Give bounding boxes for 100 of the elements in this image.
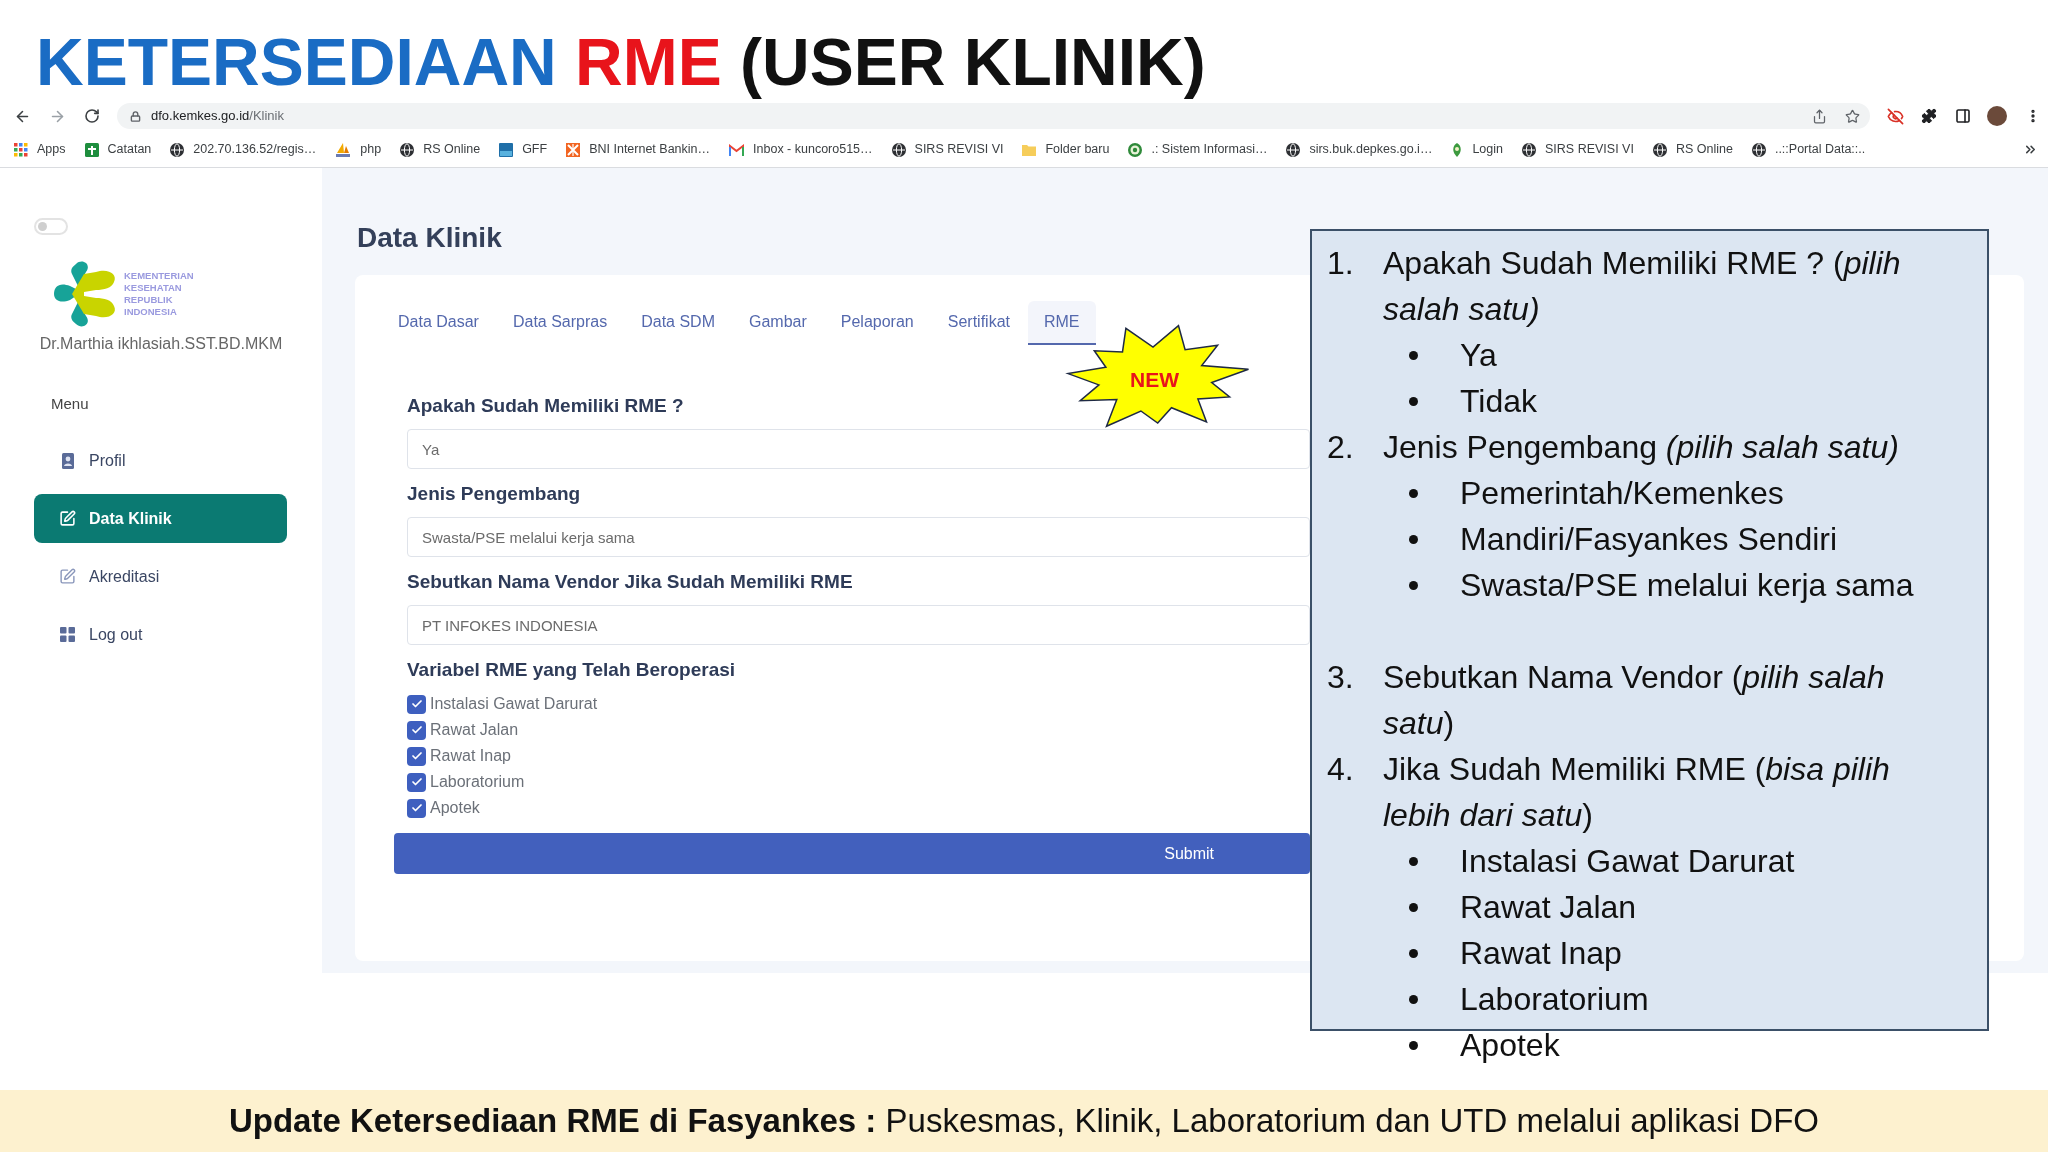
bookmark-item[interactable]: Inbox - kuncoro515… <box>729 140 873 159</box>
leaf-emblem-icon <box>1451 142 1464 157</box>
option-text: Mandiri/Fasyankes Sendiri <box>1460 520 1838 559</box>
field-label: Variabel RME yang Telah Beroperasi <box>407 658 737 682</box>
avatar-icon[interactable] <box>1987 106 2007 126</box>
globe-icon <box>400 142 415 157</box>
side-panel-icon[interactable] <box>1955 108 1971 124</box>
tab[interactable]: Data SDM <box>625 301 731 345</box>
check-icon <box>410 776 423 788</box>
new-text: NEW <box>1130 368 1179 392</box>
check-icon <box>410 802 423 814</box>
bullet-icon <box>1409 580 1418 590</box>
reload-icon[interactable] <box>84 108 100 124</box>
question-text: Jika Sudah Memiliki RME (bisa pilih lebih dari satu) <box>1383 750 1891 835</box>
checkbox[interactable] <box>407 798 426 818</box>
list-number: 1. <box>1327 244 1355 283</box>
toggle-switch[interactable] <box>34 218 68 235</box>
tab[interactable]: Sertifikat <box>931 301 1026 345</box>
globe-icon <box>1522 142 1536 157</box>
tab[interactable]: RME <box>1028 301 1096 345</box>
bookmark-item[interactable]: SIRS REVISI VI <box>891 140 1004 159</box>
check-icon <box>410 750 423 762</box>
text-field[interactable]: Ya <box>407 429 1310 469</box>
bullet-icon <box>1409 1040 1418 1050</box>
option-text: Pemerintah/Kemenkes <box>1460 474 1784 513</box>
checkbox-label: Apotek <box>430 798 480 818</box>
footer-text: Update Ketersediaan RME di Fasyankes : Puskesmas, Klinik, Laboratorium dan UTD melalui aplikasi DFO <box>228 1101 1820 1142</box>
tab[interactable]: Data Dasar <box>382 301 495 345</box>
eye-off-icon[interactable] <box>1887 107 1904 125</box>
edit-icon <box>59 568 76 585</box>
checkbox[interactable] <box>407 720 426 740</box>
bullet-icon <box>1409 902 1418 912</box>
globe-icon <box>1652 142 1667 157</box>
bookmark-item[interactable]: 202.70.136.52/regis… <box>170 140 317 159</box>
checkbox-label: Rawat Jalan <box>430 720 519 740</box>
sidebar-menu-item[interactable]: Akreditasi <box>34 552 287 601</box>
field-label: Apakah Sudah Memiliki RME ? <box>407 394 685 418</box>
bookmark-item[interactable]: Login <box>1451 140 1503 159</box>
address-bar[interactable]: dfo.kemkes.go.id/Klinik <box>117 103 1870 129</box>
id-badge-icon <box>61 452 74 469</box>
lock-icon <box>130 110 141 122</box>
bookmark-item[interactable]: Apps <box>14 140 66 159</box>
globe-icon <box>170 142 185 157</box>
check-icon <box>410 698 423 710</box>
bookmark-item[interactable]: Catatan <box>84 140 152 159</box>
field-label: Jenis Pengembang <box>407 482 582 506</box>
question-text: Jenis Pengembang (pilih salah satu) <box>1383 428 1900 467</box>
app-grid-icon <box>14 142 28 157</box>
check-icon <box>410 724 423 736</box>
bullet-icon <box>1409 994 1418 1004</box>
list-number: 2. <box>1327 428 1355 467</box>
list-number: 4. <box>1327 750 1355 789</box>
bullet-icon <box>1409 396 1418 406</box>
user-name: Dr.Marthia ikhlasiah.SST.BD.MKM <box>38 334 284 354</box>
sidebar-menu-item[interactable]: Profil <box>34 436 287 485</box>
bookmark-item[interactable]: RS Online <box>400 140 481 159</box>
option-text: Rawat Jalan <box>1460 888 1637 927</box>
bookmark-item[interactable]: ..::Portal Data::.. <box>1751 140 1866 159</box>
toggle-knob-icon <box>38 222 47 231</box>
extensions-icon[interactable] <box>1921 108 1937 124</box>
bookmark-item[interactable]: sirs.buk.depkes.go.i… <box>1286 140 1433 159</box>
list-number: 3. <box>1327 658 1355 697</box>
bookmark-item[interactable]: SIRS REVISI VI <box>1522 140 1634 159</box>
checkbox-label: Rawat Inap <box>430 746 511 766</box>
share-icon[interactable] <box>1812 108 1827 124</box>
url-text: dfo.kemkes.go.id/Klinik <box>151 107 284 126</box>
question-text: Sebutkan Nama Vendor (pilih salah satu) <box>1383 658 1886 743</box>
bookmark-item[interactable]: .: Sistem Informasi… <box>1128 140 1268 159</box>
globe-icon <box>1286 142 1301 157</box>
checkbox[interactable] <box>407 746 426 766</box>
checkbox-label: Instalasi Gawat Darurat <box>430 694 598 714</box>
text-field[interactable]: Swasta/PSE melalui kerja sama <box>407 517 1310 557</box>
edit-icon <box>59 510 76 527</box>
checkbox-label: Laboratorium <box>430 772 525 792</box>
submit-button[interactable]: Submit <box>394 833 1310 874</box>
folder-icon <box>1022 142 1037 157</box>
plus-square-icon <box>84 142 99 157</box>
option-text: Tidak <box>1460 382 1538 421</box>
bullet-icon <box>1409 948 1418 958</box>
checkbox[interactable] <box>407 694 426 714</box>
option-text: Rawat Inap <box>1460 934 1622 973</box>
bookmark-item[interactable]: php <box>335 140 382 159</box>
text-field[interactable]: PT INFOKES INDONESIA <box>407 605 1310 645</box>
tab[interactable]: Pelaporan <box>824 301 930 345</box>
bookmark-item[interactable]: BNI Internet Bankin… <box>566 140 711 159</box>
bookmark-item[interactable]: RS Online <box>1652 140 1733 159</box>
bookmark-item[interactable]: GFF <box>499 140 548 159</box>
globe-icon <box>891 142 906 157</box>
option-text: Laboratorium <box>1460 980 1649 1019</box>
emblem-icon <box>1128 142 1143 157</box>
option-text: Swasta/PSE melalui kerja sama <box>1460 566 1914 605</box>
bookmark-item[interactable]: Folder baru <box>1022 140 1110 159</box>
sidebar-menu-item[interactable]: Log out <box>34 610 287 659</box>
checkbox[interactable] <box>407 772 426 792</box>
bullet-icon <box>1409 488 1418 498</box>
bookmark-star-icon[interactable] <box>1845 108 1860 124</box>
sidebar-menu-item[interactable]: Data Klinik <box>34 494 287 543</box>
tab[interactable]: Gambar <box>733 301 823 345</box>
tab[interactable]: Data Sarpras <box>496 301 624 345</box>
bullet-icon <box>1409 534 1418 544</box>
